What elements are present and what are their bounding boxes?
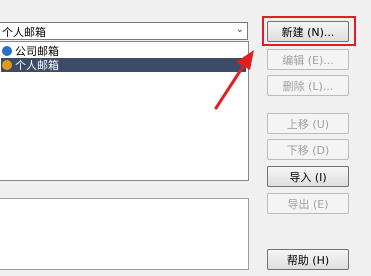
annotation-arrow xyxy=(214,50,254,110)
